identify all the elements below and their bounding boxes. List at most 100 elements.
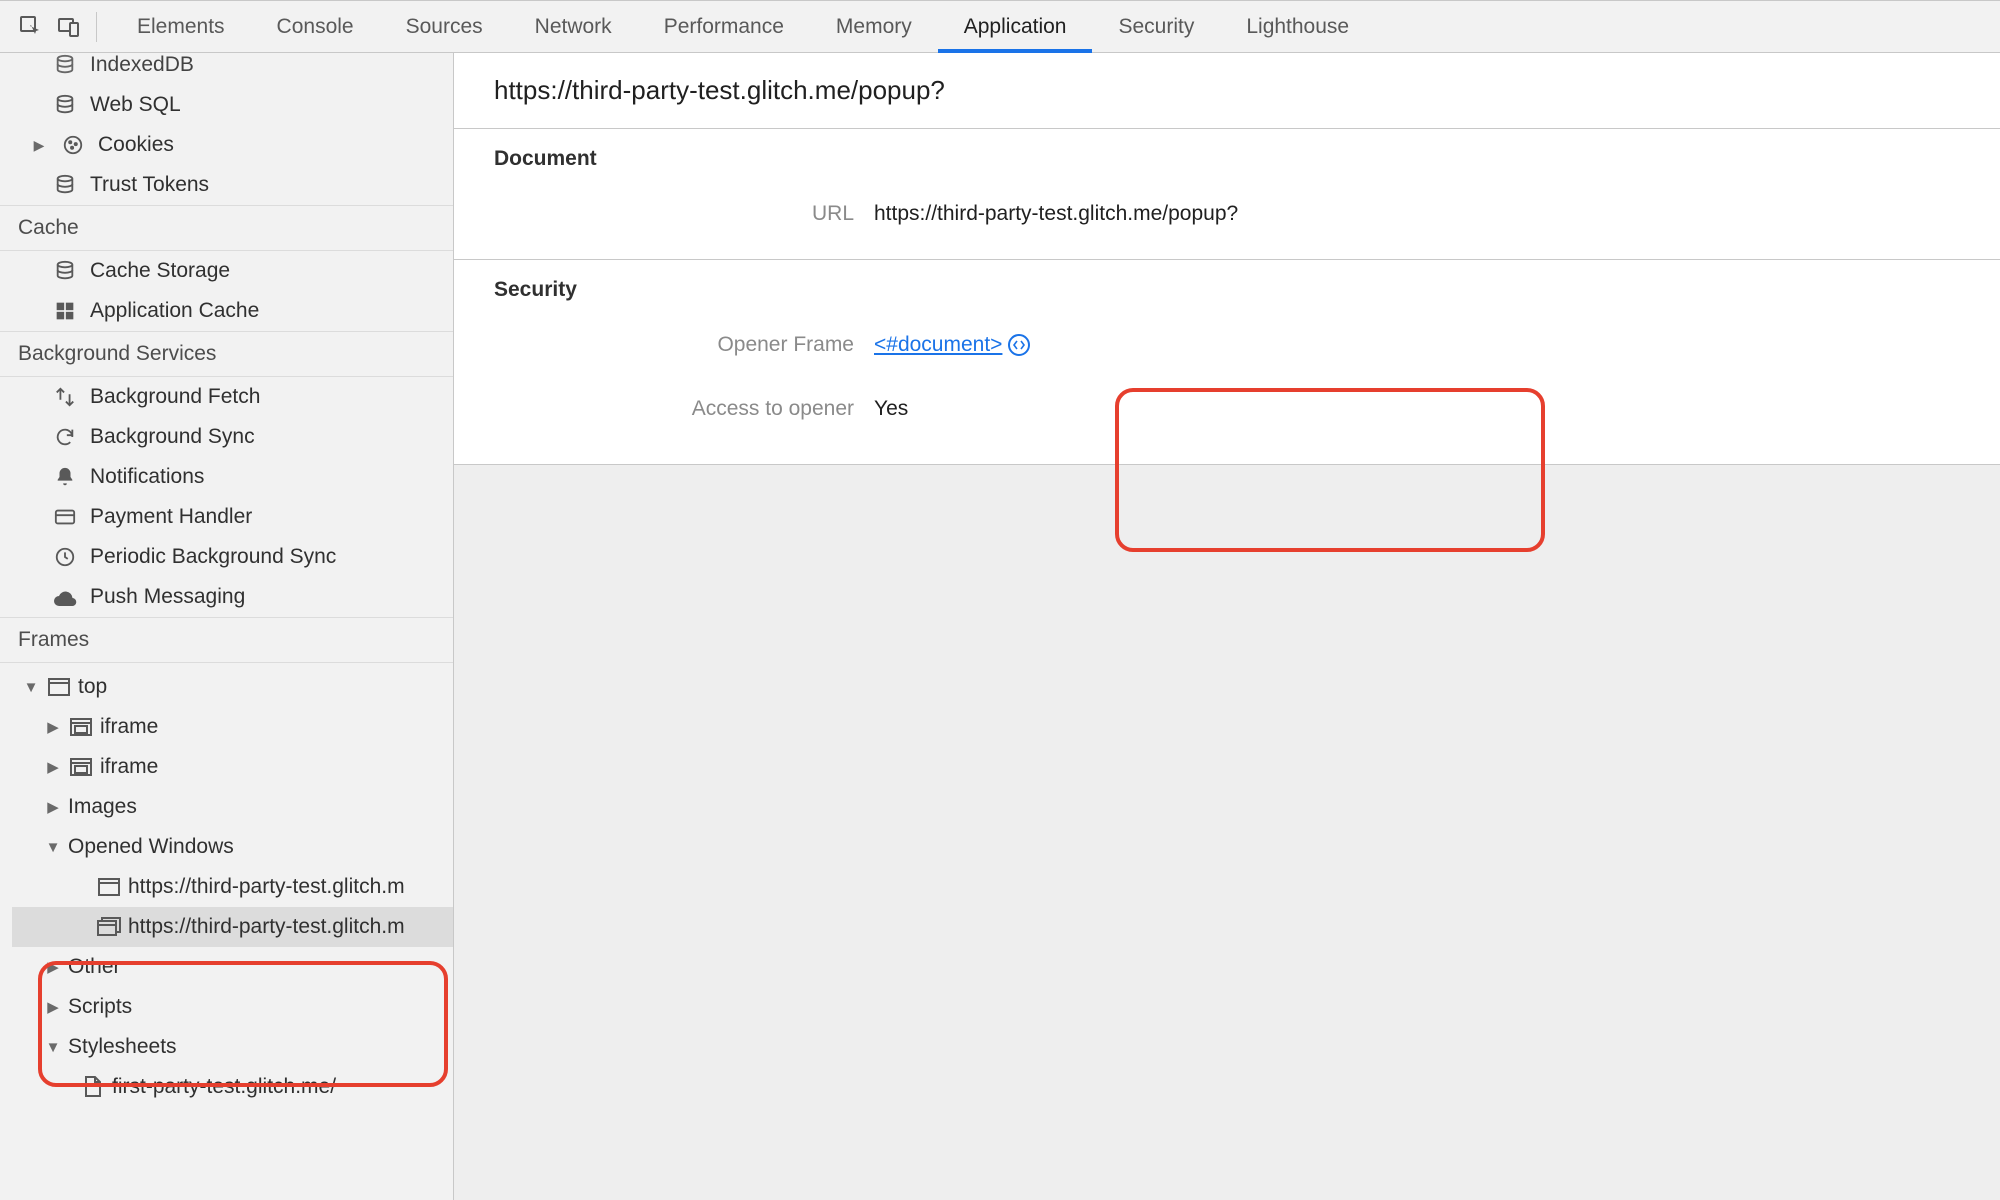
sidebar-item-payment-handler[interactable]: Payment Handler: [0, 497, 453, 537]
collapse-arrow-icon[interactable]: ▼: [44, 839, 62, 856]
tree-label: first-party-test.glitch.me/: [112, 1075, 336, 1099]
details-header: https://third-party-test.glitch.me/popup…: [454, 53, 2000, 129]
sidebar-item-label: Trust Tokens: [90, 173, 209, 197]
sidebar-item-trust-tokens[interactable]: Trust Tokens: [0, 165, 453, 205]
cloud-icon: [52, 584, 78, 610]
collapse-arrow-icon[interactable]: ▼: [22, 679, 40, 696]
opener-frame-link[interactable]: <#document>: [874, 333, 1002, 357]
devtools-tabbar: Elements Console Sources Network Perform…: [0, 0, 2000, 53]
sidebar-item-label: Background Sync: [90, 425, 255, 449]
frames-tree-images[interactable]: ▶ Images: [12, 787, 453, 827]
tab-application[interactable]: Application: [938, 2, 1093, 53]
sidebar-item-label: IndexedDB: [90, 53, 194, 77]
sidebar-item-notifications[interactable]: Notifications: [0, 457, 453, 497]
frames-tree-window[interactable]: https://third-party-test.glitch.m: [12, 867, 453, 907]
tab-network[interactable]: Network: [509, 1, 638, 52]
tab-console[interactable]: Console: [251, 1, 380, 52]
iframe-icon: [68, 716, 94, 738]
tree-label: Other: [68, 955, 121, 979]
expand-arrow-icon[interactable]: ▶: [44, 718, 62, 736]
sidebar-item-background-sync[interactable]: Background Sync: [0, 417, 453, 457]
sidebar-item-label: Push Messaging: [90, 585, 245, 609]
sidebar-item-websql[interactable]: Web SQL: [0, 85, 453, 125]
tree-label: Scripts: [68, 995, 132, 1019]
frames-tree-other[interactable]: ▶ Other: [12, 947, 453, 987]
reveal-in-elements-icon[interactable]: [1008, 334, 1030, 356]
sidebar-item-application-cache[interactable]: Application Cache: [0, 291, 453, 331]
frames-tree-stylesheets[interactable]: ▼ Stylesheets: [12, 1027, 453, 1067]
kv-value: <#document>: [874, 333, 1030, 357]
tabbar-separator: [96, 12, 97, 42]
frames-tree-scripts[interactable]: ▶ Scripts: [12, 987, 453, 1027]
inspect-element-icon[interactable]: [12, 8, 50, 46]
expand-arrow-icon[interactable]: ▶: [30, 137, 48, 154]
kv-label: Opener Frame: [494, 333, 874, 357]
tab-security[interactable]: Security: [1092, 1, 1220, 52]
sidebar-heading-frames: Frames: [0, 617, 453, 663]
sidebar-item-label: Web SQL: [90, 93, 181, 117]
frames-tree-iframe[interactable]: ▶ iframe: [12, 747, 453, 787]
sidebar-item-background-fetch[interactable]: Background Fetch: [0, 377, 453, 417]
kv-value: Yes: [874, 397, 908, 421]
sidebar-item-label: Cache Storage: [90, 259, 230, 283]
document-section: Document URL https://third-party-test.gl…: [454, 129, 2000, 260]
application-sidebar: IndexedDB Web SQL ▶ Cookies: [0, 53, 454, 1200]
tab-memory[interactable]: Memory: [810, 1, 938, 52]
tree-label: Images: [68, 795, 137, 819]
credit-card-icon: [52, 504, 78, 530]
tree-label: top: [78, 675, 107, 699]
kv-label: Access to opener: [494, 397, 874, 421]
frames-tree: ▼ top ▶ iframe ▶: [0, 663, 453, 1107]
sidebar-item-label: Payment Handler: [90, 505, 252, 529]
database-icon: [52, 53, 78, 78]
security-section: Security Opener Frame <#document> Access…: [454, 260, 2000, 465]
frame-icon: [46, 676, 72, 698]
kv-row-opener-frame: Opener Frame <#document>: [494, 322, 1960, 368]
sidebar-item-label: Cookies: [98, 133, 174, 157]
frames-tree-iframe[interactable]: ▶ iframe: [12, 707, 453, 747]
section-heading: Security: [494, 278, 1960, 302]
database-icon: [52, 92, 78, 118]
transfer-icon: [52, 384, 78, 410]
section-heading: Document: [494, 147, 1960, 171]
tab-sources[interactable]: Sources: [380, 1, 509, 52]
tab-performance[interactable]: Performance: [638, 1, 810, 52]
tree-label: iframe: [100, 755, 158, 779]
tab-lighthouse[interactable]: Lighthouse: [1220, 1, 1375, 52]
device-toolbar-icon[interactable]: [50, 8, 88, 46]
sidebar-item-indexeddb[interactable]: IndexedDB: [0, 53, 453, 85]
sidebar-heading-background: Background Services: [0, 331, 453, 377]
tree-label: https://third-party-test.glitch.m: [128, 875, 405, 899]
kv-row-url: URL https://third-party-test.glitch.me/p…: [494, 191, 1960, 237]
tree-label: Opened Windows: [68, 835, 234, 859]
frames-tree-window-selected[interactable]: https://third-party-test.glitch.m: [12, 907, 453, 947]
tree-label: https://third-party-test.glitch.m: [128, 915, 405, 939]
sidebar-item-periodic-sync[interactable]: Periodic Background Sync: [0, 537, 453, 577]
sidebar-item-label: Background Fetch: [90, 385, 260, 409]
expand-arrow-icon[interactable]: ▶: [44, 758, 62, 776]
frames-tree-stylesheet-item[interactable]: first-party-test.glitch.me/: [12, 1067, 453, 1107]
kv-value: https://third-party-test.glitch.me/popup…: [874, 202, 1238, 226]
details-title: https://third-party-test.glitch.me/popup…: [494, 75, 1960, 106]
sidebar-item-label: Notifications: [90, 465, 204, 489]
frames-tree-top[interactable]: ▼ top: [12, 667, 453, 707]
kv-row-access: Access to opener Yes: [494, 386, 1960, 432]
database-icon: [52, 258, 78, 284]
sync-icon: [52, 424, 78, 450]
windows-icon: [96, 916, 122, 938]
collapse-arrow-icon[interactable]: ▼: [44, 1039, 62, 1056]
sidebar-item-label: Periodic Background Sync: [90, 545, 336, 569]
expand-arrow-icon[interactable]: ▶: [44, 998, 62, 1016]
tree-label: Stylesheets: [68, 1035, 177, 1059]
expand-arrow-icon[interactable]: ▶: [44, 958, 62, 976]
details-panel: https://third-party-test.glitch.me/popup…: [454, 53, 2000, 1200]
cookie-icon: [60, 132, 86, 158]
iframe-icon: [68, 756, 94, 778]
expand-arrow-icon[interactable]: ▶: [44, 798, 62, 816]
sidebar-item-cookies[interactable]: ▶ Cookies: [0, 125, 453, 165]
frames-tree-opened-windows[interactable]: ▼ Opened Windows: [12, 827, 453, 867]
sidebar-item-push-messaging[interactable]: Push Messaging: [0, 577, 453, 617]
sidebar-item-cache-storage[interactable]: Cache Storage: [0, 251, 453, 291]
file-icon: [80, 1076, 106, 1098]
tab-elements[interactable]: Elements: [111, 1, 251, 52]
